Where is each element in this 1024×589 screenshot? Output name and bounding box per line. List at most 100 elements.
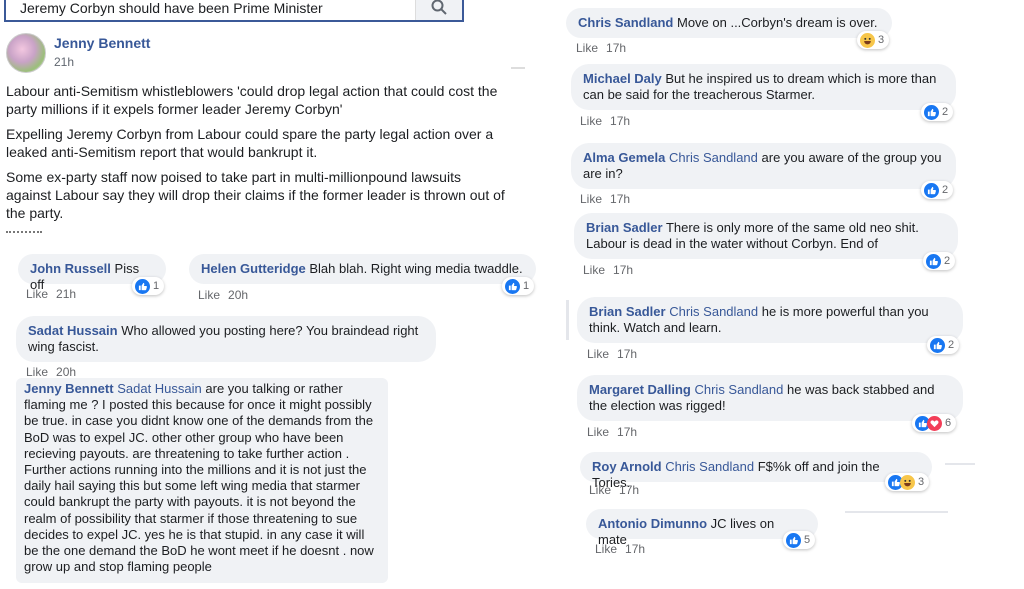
haha-reaction-icon bbox=[900, 474, 915, 490]
post-author[interactable]: Jenny Bennett bbox=[54, 35, 150, 51]
comment-text: Blah blah. Right wing media twaddle. bbox=[309, 261, 523, 276]
divider bbox=[6, 231, 42, 236]
comment-author[interactable]: Brian Sadler bbox=[589, 304, 666, 319]
reaction-summary[interactable]: 2 bbox=[921, 181, 954, 199]
post-body: Labour anti-Semitism whistleblowers 'cou… bbox=[6, 82, 506, 229]
comment-time[interactable]: 20h bbox=[56, 365, 76, 379]
like-reaction-icon bbox=[926, 253, 941, 269]
comment-author[interactable]: John Russell bbox=[30, 261, 111, 276]
search-button[interactable] bbox=[415, 0, 462, 20]
search-input[interactable]: Jeremy Corbyn should have been Prime Min… bbox=[20, 0, 323, 16]
comment-time[interactable]: 17h bbox=[617, 425, 637, 439]
comment-time[interactable]: 21h bbox=[56, 287, 76, 301]
comment-time[interactable]: 17h bbox=[617, 347, 637, 361]
comment-bubble: Roy Arnold Chris Sandland F$%k off and j… bbox=[580, 452, 932, 490]
reaction-summary[interactable]: 3 bbox=[885, 473, 930, 491]
like-reaction-icon bbox=[786, 532, 801, 548]
post-paragraph: Expelling Jeremy Corbyn from Labour coul… bbox=[6, 126, 494, 160]
comment-bubble: Jenny Bennett Sadat Hussain are you talk… bbox=[16, 378, 388, 583]
reaction-count: 2 bbox=[942, 184, 949, 196]
comment-bubble: Antonio Dimunno JC lives on mate bbox=[586, 509, 818, 547]
comment-time[interactable]: 17h bbox=[625, 542, 645, 556]
search-bar[interactable]: Jeremy Corbyn should have been Prime Min… bbox=[4, 0, 464, 22]
reaction-count: 1 bbox=[523, 280, 530, 292]
reaction-summary[interactable]: 3 bbox=[857, 31, 890, 49]
like-link[interactable]: Like bbox=[589, 483, 611, 497]
search-icon bbox=[431, 0, 447, 15]
like-link[interactable]: Like bbox=[583, 263, 605, 277]
comment-author[interactable]: Brian Sadler bbox=[586, 220, 663, 235]
mention-tag[interactable]: Chris Sandland bbox=[669, 304, 758, 319]
post-timestamp[interactable]: 21h bbox=[54, 55, 74, 69]
comment-meta: Like 20h bbox=[198, 288, 248, 302]
mention-tag[interactable]: Chris Sandland bbox=[694, 382, 783, 397]
comment-author[interactable]: Roy Arnold bbox=[592, 459, 662, 474]
like-link[interactable]: Like bbox=[587, 425, 609, 439]
like-link[interactable]: Like bbox=[587, 347, 609, 361]
comment-time[interactable]: 17h bbox=[610, 192, 630, 206]
comment-author[interactable]: Helen Gutteridge bbox=[201, 261, 306, 276]
reaction-summary[interactable]: 2 bbox=[923, 252, 956, 270]
like-link[interactable]: Like bbox=[595, 542, 617, 556]
reaction-count: 2 bbox=[944, 255, 951, 267]
reaction-summary[interactable]: 2 bbox=[927, 336, 960, 354]
like-reaction-icon bbox=[505, 278, 520, 294]
reaction-count: 3 bbox=[918, 476, 925, 488]
reaction-summary[interactable]: 1 bbox=[502, 277, 535, 295]
like-link[interactable]: Like bbox=[198, 288, 220, 302]
comment-time[interactable]: 17h bbox=[619, 483, 639, 497]
comment-meta: Like 17h bbox=[576, 41, 626, 55]
reaction-count: 2 bbox=[948, 339, 955, 351]
like-link[interactable]: Like bbox=[26, 365, 48, 379]
comment-meta: Like 21h bbox=[26, 287, 76, 301]
comment-text: are you talking or rather flaming me ? I… bbox=[24, 381, 374, 575]
comment-bubble: Brian Sadler Chris Sandland he is more p… bbox=[577, 297, 963, 343]
comment-meta: Like 17h bbox=[595, 542, 645, 556]
mention-tag[interactable]: Chris Sandland bbox=[669, 150, 758, 165]
mention-tag[interactable]: Chris Sandland bbox=[665, 459, 754, 474]
reaction-summary[interactable]: 2 bbox=[921, 103, 954, 121]
comment-meta: Like 17h bbox=[580, 192, 630, 206]
comment-meta: Like 20h bbox=[26, 365, 76, 379]
like-reaction-icon bbox=[930, 337, 945, 353]
comment-author[interactable]: Margaret Dalling bbox=[589, 382, 691, 397]
comment-bubble: Michael Daly But he inspired us to dream… bbox=[571, 64, 956, 110]
divider bbox=[945, 463, 975, 465]
comment-text: Move on ...Corbyn's dream is over. bbox=[676, 15, 878, 30]
like-link[interactable]: Like bbox=[580, 192, 602, 206]
comment-time[interactable]: 17h bbox=[613, 263, 633, 277]
post-paragraph: Some ex-party staff now poised to take p… bbox=[6, 169, 505, 221]
comment-author[interactable]: Alma Gemela bbox=[583, 150, 665, 165]
comment-time[interactable]: 17h bbox=[606, 41, 626, 55]
avatar[interactable] bbox=[6, 33, 46, 73]
divider bbox=[845, 511, 948, 513]
mention-tag[interactable]: Sadat Hussain bbox=[117, 381, 202, 396]
comment-time[interactable]: 20h bbox=[228, 288, 248, 302]
comment-bubble: Helen Gutteridge Blah blah. Right wing m… bbox=[189, 254, 536, 284]
reaction-count: 3 bbox=[878, 34, 885, 46]
post-paragraph: Labour anti-Semitism whistleblowers 'cou… bbox=[6, 83, 498, 117]
comment-bubble: Brian Sadler There is only more of the s… bbox=[574, 213, 958, 259]
reaction-count: 5 bbox=[804, 534, 811, 546]
comment-time[interactable]: 17h bbox=[610, 114, 630, 128]
reaction-count: 2 bbox=[942, 106, 949, 118]
comment-author[interactable]: Michael Daly bbox=[583, 71, 662, 86]
comment-author[interactable]: Sadat Hussain bbox=[28, 323, 118, 338]
comment-meta: Like 17h bbox=[589, 483, 639, 497]
comment-meta: Like 17h bbox=[580, 114, 630, 128]
comment-bubble: Chris Sandland Move on ...Corbyn's dream… bbox=[566, 8, 892, 38]
comment-meta: Like 17h bbox=[583, 263, 633, 277]
comment-author[interactable]: Chris Sandland bbox=[578, 15, 673, 30]
comment-author[interactable]: Antonio Dimunno bbox=[598, 516, 707, 531]
like-link[interactable]: Like bbox=[580, 114, 602, 128]
like-link[interactable]: Like bbox=[576, 41, 598, 55]
reaction-summary[interactable]: 5 bbox=[783, 531, 816, 549]
like-reaction-icon bbox=[135, 278, 150, 294]
comment-author[interactable]: Jenny Bennett bbox=[24, 381, 114, 396]
comment-meta: Like 17h bbox=[587, 347, 637, 361]
reaction-summary[interactable]: 6 bbox=[912, 414, 957, 432]
haha-reaction-icon bbox=[860, 32, 875, 48]
like-link[interactable]: Like bbox=[26, 287, 48, 301]
reaction-summary[interactable]: 1 bbox=[132, 277, 165, 295]
comment-meta: Like 17h bbox=[587, 425, 637, 439]
